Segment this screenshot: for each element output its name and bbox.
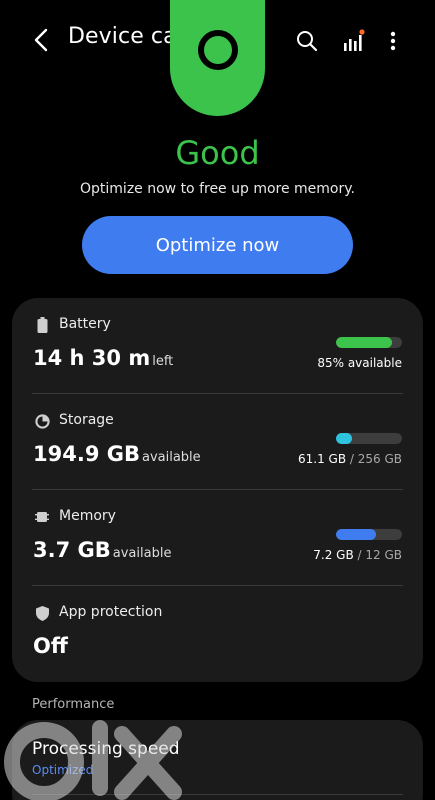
battery-value: 14 h 30 m left [33, 346, 173, 370]
memory-row[interactable]: Memory 3.7 GB available 7.2 GB / 12 GB [12, 490, 423, 586]
memory-level-fill [336, 529, 376, 540]
memory-used: 7.2 GB [313, 548, 354, 562]
device-care-card: Battery 14 h 30 m left 85% available Stor… [12, 298, 423, 682]
optimize-now-button[interactable]: Optimize now [82, 216, 353, 274]
battery-label: Battery [59, 316, 111, 332]
performance-section-label: Performance [32, 697, 115, 712]
shield-icon [34, 605, 50, 621]
app-protection-value: Off [33, 634, 68, 658]
memory-value: 3.7 GB available [33, 538, 171, 562]
battery-detail-text: 85% available [317, 356, 402, 370]
storage-suffix: available [141, 450, 201, 465]
storage-label: Storage [59, 412, 114, 428]
signal-bars-icon[interactable] [336, 24, 370, 58]
storage-used: 61.1 GB [298, 452, 347, 466]
memory-level-bar [336, 529, 402, 540]
storage-value: 194.9 GB available [33, 442, 201, 466]
app-protection-state: Off [33, 634, 68, 658]
more-vert-icon[interactable] [376, 24, 410, 58]
storage-amount: 194.9 GB [33, 442, 140, 466]
battery-level-fill [336, 337, 393, 348]
storage-level-bar [336, 433, 402, 444]
back-arrow-icon[interactable] [26, 22, 56, 58]
memory-label: Memory [59, 508, 116, 524]
memory-suffix: available [112, 546, 172, 561]
storage-level-fill [336, 433, 352, 444]
battery-row[interactable]: Battery 14 h 30 m left 85% available [12, 298, 423, 394]
gauge-ring [198, 30, 238, 70]
storage-detail: 61.1 GB / 256 GB [298, 452, 402, 466]
watermark-logo [0, 714, 190, 800]
storage-total: / 256 GB [346, 452, 402, 466]
storage-row[interactable]: Storage 194.9 GB available 61.1 GB / 256 … [12, 394, 423, 490]
memory-chip-icon [34, 509, 50, 525]
status-label: Good [175, 134, 260, 172]
battery-icon [34, 317, 50, 333]
battery-time: 14 h 30 m [33, 346, 151, 370]
status-subtitle: Optimize now to free up more memory. [80, 181, 355, 197]
battery-suffix: left [152, 354, 174, 369]
app-protection-label: App protection [59, 604, 163, 620]
search-icon[interactable] [290, 24, 324, 58]
storage-pie-icon [34, 413, 50, 429]
memory-detail: 7.2 GB / 12 GB [313, 548, 402, 562]
memory-total: / 12 GB [353, 548, 402, 562]
app-protection-row[interactable]: App protection Off [12, 586, 423, 682]
status-gauge [170, 0, 265, 116]
battery-detail: 85% available [317, 356, 402, 370]
memory-amount: 3.7 GB [33, 538, 111, 562]
battery-level-bar [336, 337, 402, 348]
